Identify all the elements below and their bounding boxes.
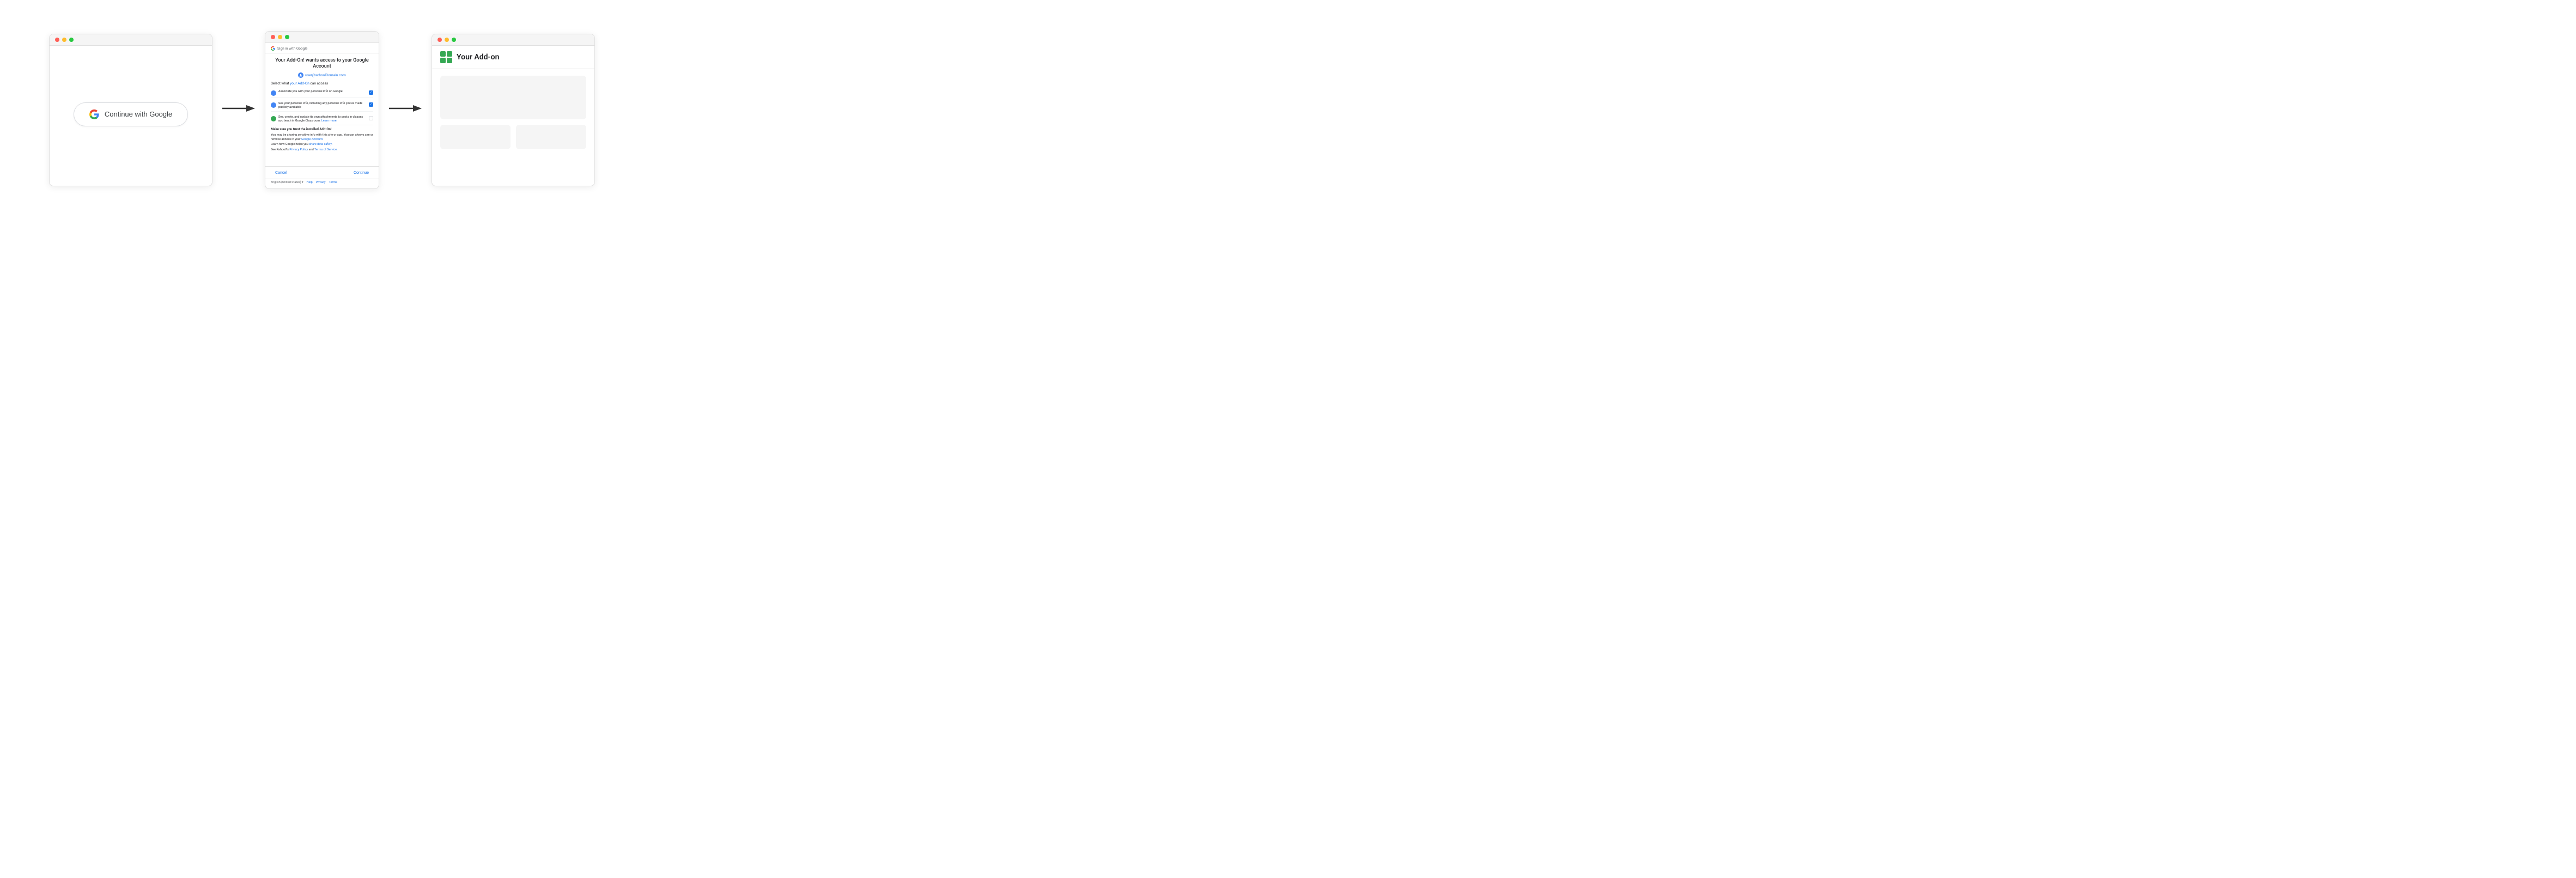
icon-cell-2 (447, 51, 452, 57)
user-email-text: user@schoolDomain.com (305, 73, 346, 77)
perm-icon-1 (271, 90, 276, 96)
permission-1: Associate you with your personal info on… (271, 88, 373, 98)
oauth-title: Your Add-On! wants access to your Google… (271, 58, 373, 70)
perm-checkbox-3[interactable] (369, 116, 373, 120)
trust-body-3: See Kahoot!'s Privacy Policy and Terms o… (271, 148, 373, 153)
dot-green-2 (285, 35, 289, 39)
learn-more-link[interactable]: Learn more (321, 119, 337, 123)
browser-toolbar-1 (50, 34, 212, 46)
privacy-policy-link[interactable]: Privacy Policy (289, 148, 308, 151)
trust-title: Make sure you trust the installed Add-On… (271, 127, 373, 132)
continue-with-google-button[interactable]: Continue with Google (74, 102, 188, 126)
oauth-actions: Cancel Continue (265, 166, 379, 179)
window-3: Your Add-on (432, 34, 595, 186)
oauth-user-email: user@schoolDomain.com (271, 72, 373, 78)
permission-2: See your personal info, including any pe… (271, 100, 373, 112)
oauth-header: Sign in with Google (265, 43, 379, 53)
oauth-footer: English (United States) ▾ Help Privacy T… (265, 179, 379, 186)
chevron-down-icon: ▾ (302, 181, 303, 184)
browser-toolbar-3 (432, 34, 594, 46)
continue-button[interactable]: Continue (349, 169, 373, 176)
addon-header: Your Add-on (432, 46, 594, 69)
addon-link: your Add-On (290, 81, 309, 86)
google-logo-icon (89, 109, 99, 119)
icon-cell-1 (440, 51, 446, 57)
arrow-1 (222, 102, 255, 118)
perm-text-1: Associate you with your personal info on… (278, 90, 367, 94)
dot-green (69, 38, 74, 42)
perm-checkbox-1[interactable] (369, 90, 373, 95)
dot-red-2 (271, 35, 275, 39)
oauth-select-label: Select what your Add-On can access (271, 81, 373, 86)
google-btn-label: Continue with Google (105, 110, 172, 118)
oauth-dialog: Sign in with Google Your Add-On! wants a… (265, 43, 379, 186)
footer-terms[interactable]: Terms (329, 181, 337, 184)
oauth-trust-section: Make sure you trust the installed Add-On… (271, 127, 373, 152)
share-data-link[interactable]: share data safely. (309, 143, 332, 146)
dot-yellow (62, 38, 66, 42)
dot-yellow-2 (278, 35, 282, 39)
google-account-link[interactable]: Google Account. (301, 138, 324, 141)
footer-language: English (United States) ▾ (271, 181, 303, 184)
window-2: Sign in with Google Your Add-On! wants a… (265, 31, 379, 189)
language-text: English (United States) (271, 181, 301, 184)
dot-green-3 (452, 38, 456, 42)
addon-grid-icon (440, 51, 452, 63)
window-3-content: Your Add-on (432, 46, 594, 183)
flow-container: Continue with Google (0, 0, 644, 220)
trust-body-1: You may be sharing sensitive info with t… (271, 133, 373, 142)
perm-text-2: See your personal info, including any pe… (278, 102, 367, 109)
window-1-content: Continue with Google (50, 46, 212, 183)
footer-privacy[interactable]: Privacy (316, 181, 326, 184)
addon-placeholder-3 (516, 125, 586, 149)
google-small-icon (271, 46, 275, 51)
user-avatar (298, 72, 303, 78)
dot-red-3 (438, 38, 442, 42)
terms-of-service-link[interactable]: Terms of Service. (314, 148, 338, 151)
oauth-header-text: Sign in with Google (277, 46, 307, 51)
addon-body (432, 69, 594, 156)
permission-3: See, create, and update its own attachme… (271, 114, 373, 125)
perm-text-3: See, create, and update its own attachme… (278, 115, 367, 123)
footer-help[interactable]: Help (306, 181, 312, 184)
arrow-2 (389, 102, 422, 118)
perm-checkbox-2[interactable] (369, 102, 373, 107)
browser-toolbar-2 (265, 32, 379, 43)
addon-placeholder-2 (440, 125, 511, 149)
addon-title: Your Add-on (457, 53, 499, 62)
window-1: Continue with Google (49, 34, 212, 186)
trust-body-2: Learn how Google helps you share data sa… (271, 143, 373, 147)
cancel-button[interactable]: Cancel (271, 169, 291, 176)
addon-placeholder-1 (440, 76, 586, 119)
perm-icon-3 (271, 116, 276, 121)
dot-red (55, 38, 59, 42)
oauth-body: Your Add-On! wants access to your Google… (265, 53, 379, 166)
window-2-content: Sign in with Google Your Add-On! wants a… (265, 43, 379, 186)
icon-cell-4 (447, 58, 452, 63)
icon-cell-3 (440, 58, 446, 63)
perm-icon-2 (271, 102, 276, 108)
dot-yellow-3 (445, 38, 449, 42)
